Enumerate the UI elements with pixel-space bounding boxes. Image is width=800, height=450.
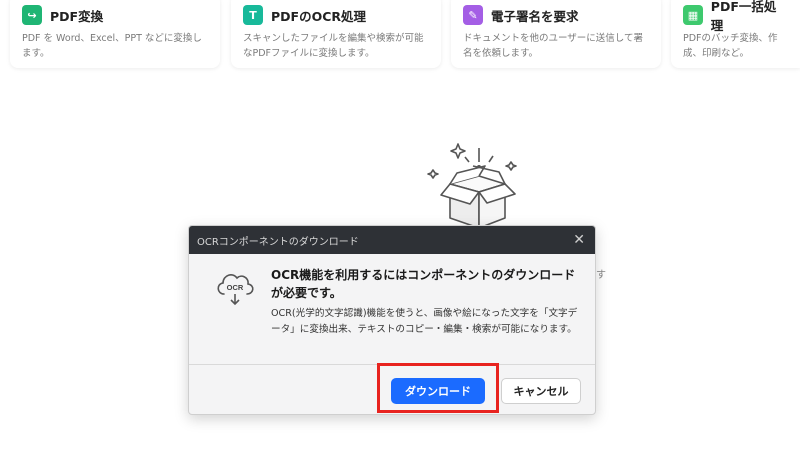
convert-icon: ↪ bbox=[22, 5, 42, 25]
card-desc: PDF を Word、Excel、PPT などに変換します。 bbox=[22, 33, 202, 59]
card-batch-process[interactable]: ▦ PDF一括処理 PDFのバッチ変換、作成、印刷など。 bbox=[671, 0, 800, 68]
empty-box-icon bbox=[427, 143, 517, 229]
feature-cards: ↪ PDF変換 PDF を Word、Excel、PPT などに変換します。 T… bbox=[0, 0, 800, 68]
batch-icon: ▦ bbox=[683, 5, 703, 25]
card-desc: スキャンしたファイルを編集や検索が可能なPDFファイルに変換します。 bbox=[243, 33, 424, 59]
close-icon[interactable]: ✕ bbox=[573, 233, 585, 247]
dialog-body: OCR OCR機能を利用するにはコンポーネントのダウンロードが必要です。 OCR… bbox=[189, 254, 595, 364]
dialog-heading: OCR機能を利用するにはコンポーネントのダウンロードが必要です。 bbox=[271, 268, 576, 300]
ocr-icon: T bbox=[243, 5, 263, 25]
card-desc: PDFのバッチ変換、作成、印刷など。 bbox=[683, 33, 778, 59]
background-partial-text: す bbox=[596, 270, 606, 281]
card-title: PDF一括処理 bbox=[710, 0, 777, 33]
dialog-description: OCR(光学的文字認識)機能を使うと、画像や絵になった文字を「文字データ」に変換… bbox=[271, 308, 578, 335]
ocr-icon-label: OCR bbox=[227, 283, 244, 292]
highlight-box bbox=[377, 363, 499, 413]
card-request-signature[interactable]: ✎ 電子署名を要求 ドキュメントを他のユーザーに送信して署名を依頼します。 bbox=[451, 0, 661, 68]
dialog-titlebar: OCRコンポーネントのダウンロード ✕ bbox=[189, 226, 595, 254]
card-pdf-convert[interactable]: ↪ PDF変換 PDF を Word、Excel、PPT などに変換します。 bbox=[10, 0, 220, 68]
card-pdf-ocr[interactable]: T PDFのOCR処理 スキャンしたファイルを編集や検索が可能なPDFファイルに… bbox=[231, 0, 441, 68]
card-title: PDFのOCR処理 bbox=[271, 8, 367, 24]
card-title: 電子署名を要求 bbox=[491, 8, 579, 24]
ocr-cloud-download-icon: OCR bbox=[217, 274, 254, 306]
signature-icon: ✎ bbox=[463, 5, 483, 25]
cancel-button[interactable]: キャンセル bbox=[501, 378, 581, 404]
card-title: PDF変換 bbox=[50, 8, 104, 24]
card-desc: ドキュメントを他のユーザーに送信して署名を依頼します。 bbox=[463, 33, 644, 59]
dialog-title: OCRコンポーネントのダウンロード bbox=[197, 236, 359, 248]
